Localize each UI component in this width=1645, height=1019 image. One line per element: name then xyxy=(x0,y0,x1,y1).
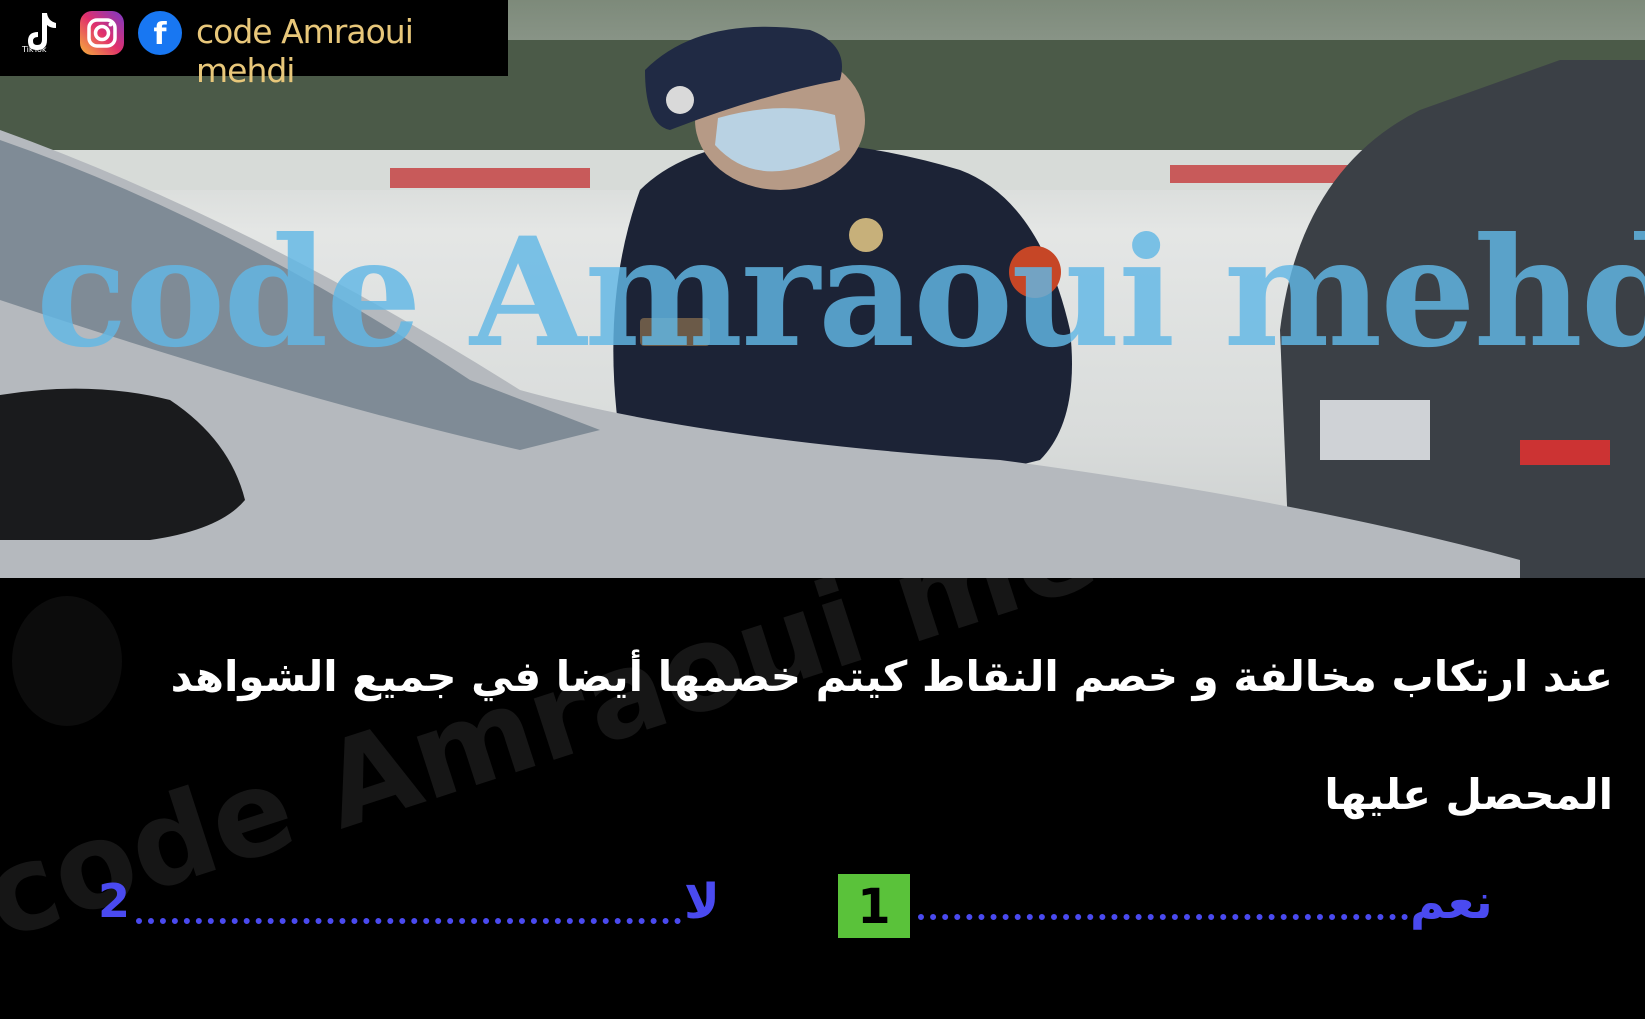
cap-badge xyxy=(666,86,694,114)
answer-yes-key[interactable]: 1 xyxy=(838,874,910,938)
answer-yes-label[interactable]: نعم xyxy=(1410,874,1493,930)
facebook-glyph: f xyxy=(153,17,167,52)
question-panel: code Amraoui mehdi عند ارتكاب مخالفة و خ… xyxy=(0,578,1645,1019)
tiktok-caption: TikTok xyxy=(22,45,47,54)
scene-photo: code Amraoui mehdi TikTok f code Amraoui… xyxy=(0,0,1645,578)
facebook-icon[interactable]: f xyxy=(136,9,184,57)
answer-no-label[interactable]: لا xyxy=(684,874,720,930)
right-car-plate xyxy=(1320,400,1430,460)
brand-bar: TikTok f code Amraoui mehdi xyxy=(0,0,508,90)
dark-blob xyxy=(12,596,122,726)
brand-name: code Amraoui mehdi xyxy=(196,12,414,90)
answer-no-leader xyxy=(136,918,681,924)
question-text: عند ارتكاب مخالفة و خصم النقاط كيتم خصمه… xyxy=(170,652,1613,819)
curb-red-left xyxy=(390,168,590,188)
answer-row: نعم 1 لا 2 xyxy=(0,874,1645,944)
photo-watermark: code Amraoui mehdi xyxy=(36,205,1645,381)
answer-no-key[interactable]: 2 xyxy=(98,874,130,928)
tiktok-icon[interactable]: TikTok xyxy=(16,9,64,57)
instagram-icon[interactable] xyxy=(78,9,126,57)
answer-yes-leader xyxy=(918,914,1408,920)
right-car-light xyxy=(1520,440,1610,465)
